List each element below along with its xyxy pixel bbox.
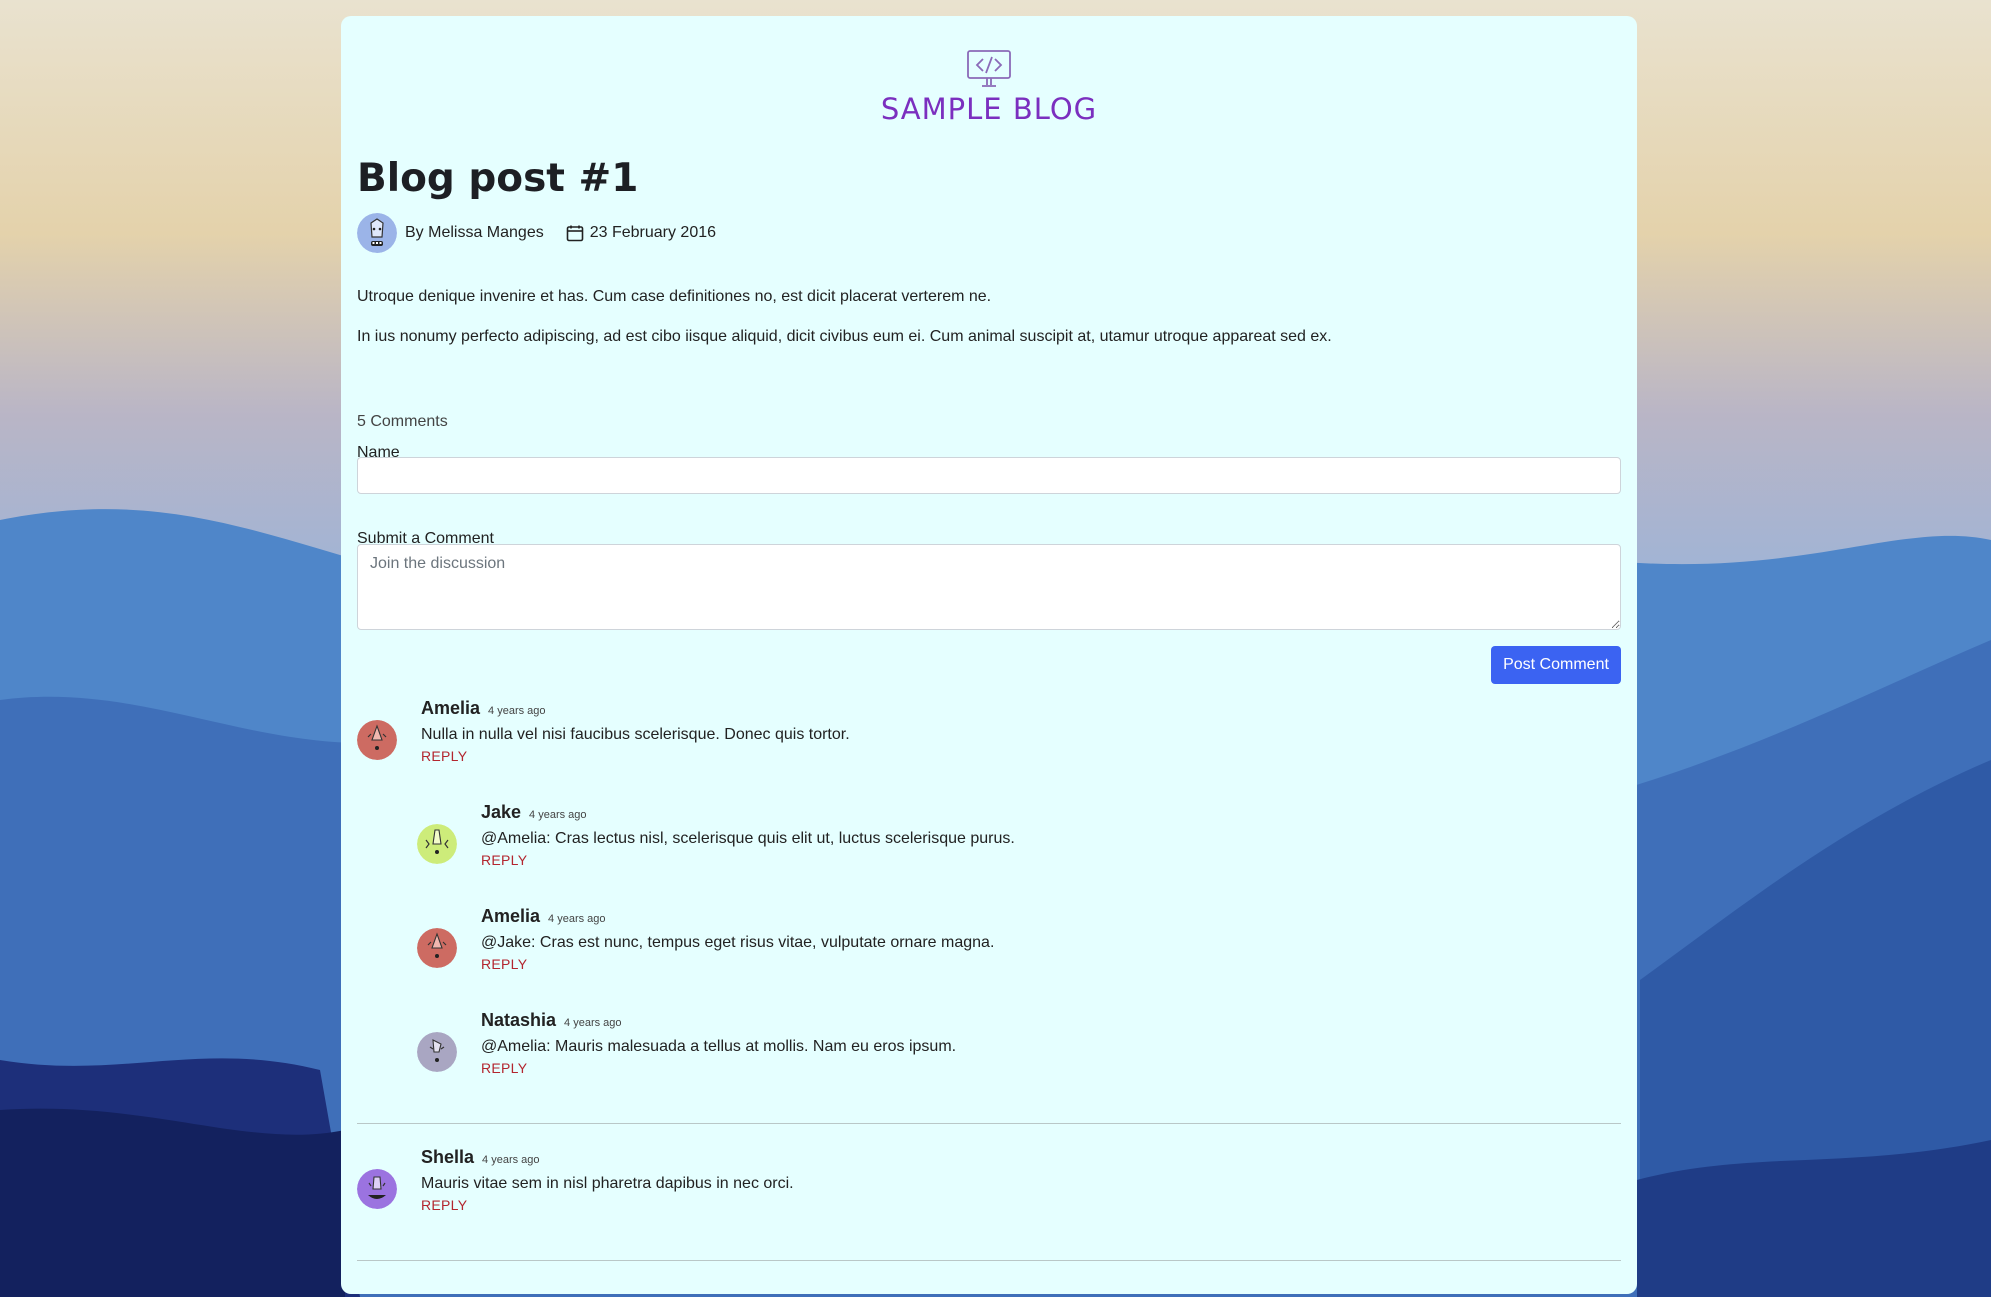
- commenter-avatar: [417, 824, 457, 864]
- comment-text: Nulla in nulla vel nisi faucibus sceleri…: [421, 726, 850, 743]
- comment-author: Natashia: [481, 1010, 557, 1030]
- post-date: 23 February 2016: [589, 224, 717, 241]
- reply-link[interactable]: REPLY: [481, 1060, 527, 1076]
- commenter-avatar: [357, 720, 397, 760]
- comment-time: 4 years ago: [482, 1154, 540, 1166]
- comment-author: Shella: [421, 1147, 475, 1167]
- comment-author: Jake: [481, 802, 522, 822]
- comment-text: @Amelia: Cras lectus nisl, scelerisque q…: [481, 830, 1015, 847]
- comment-author: Amelia: [481, 906, 541, 926]
- comment-time: 4 years ago: [548, 913, 606, 925]
- comment-text: Mauris vitae sem in nisl pharetra dapibu…: [421, 1175, 794, 1192]
- comment-text: @Amelia: Mauris malesuada a tellus at mo…: [481, 1038, 957, 1055]
- code-monitor-icon: [967, 50, 1011, 87]
- thread-divider: [357, 1123, 1621, 1124]
- calendar-icon: [566, 225, 584, 242]
- post-comment-button[interactable]: Post Comment: [1491, 646, 1621, 684]
- blog-card: SAMPLE BLOG Blog post #1 By Melissa Mang…: [341, 16, 1637, 1294]
- reply-link[interactable]: REPLY: [481, 956, 527, 972]
- brand-header: SAMPLE BLOG: [341, 48, 1637, 126]
- commenter-avatar: [417, 928, 457, 968]
- comment-time: 4 years ago: [488, 705, 546, 717]
- commenter-avatar: [357, 1169, 397, 1209]
- blog-title[interactable]: SAMPLE BLOG: [341, 92, 1637, 126]
- author-avatar: [357, 213, 397, 253]
- commenter-avatar: [417, 1032, 457, 1072]
- post-title: Blog post #1: [357, 156, 639, 201]
- comment-author: Amelia: [421, 698, 481, 718]
- post-meta: By Melissa Manges 23 February 2016: [357, 212, 716, 254]
- comment-time: 4 years ago: [564, 1017, 622, 1029]
- thread-divider: [357, 1260, 1621, 1261]
- post-author[interactable]: By Melissa Manges: [405, 224, 544, 242]
- reply-link[interactable]: REPLY: [421, 748, 467, 764]
- reply-link[interactable]: REPLY: [421, 1197, 467, 1213]
- comment-textarea[interactable]: [357, 544, 1621, 630]
- comment-text: @Jake: Cras est nunc, tempus eget risus …: [481, 934, 995, 951]
- comments-count: 5 Comments: [357, 413, 448, 430]
- comment-time: 4 years ago: [529, 809, 587, 821]
- name-input[interactable]: [357, 457, 1621, 494]
- reply-link[interactable]: REPLY: [481, 852, 527, 868]
- post-paragraph: In ius nonumy perfecto adipiscing, ad es…: [357, 328, 1332, 345]
- post-paragraph: Utroque denique invenire et has. Cum cas…: [357, 288, 992, 305]
